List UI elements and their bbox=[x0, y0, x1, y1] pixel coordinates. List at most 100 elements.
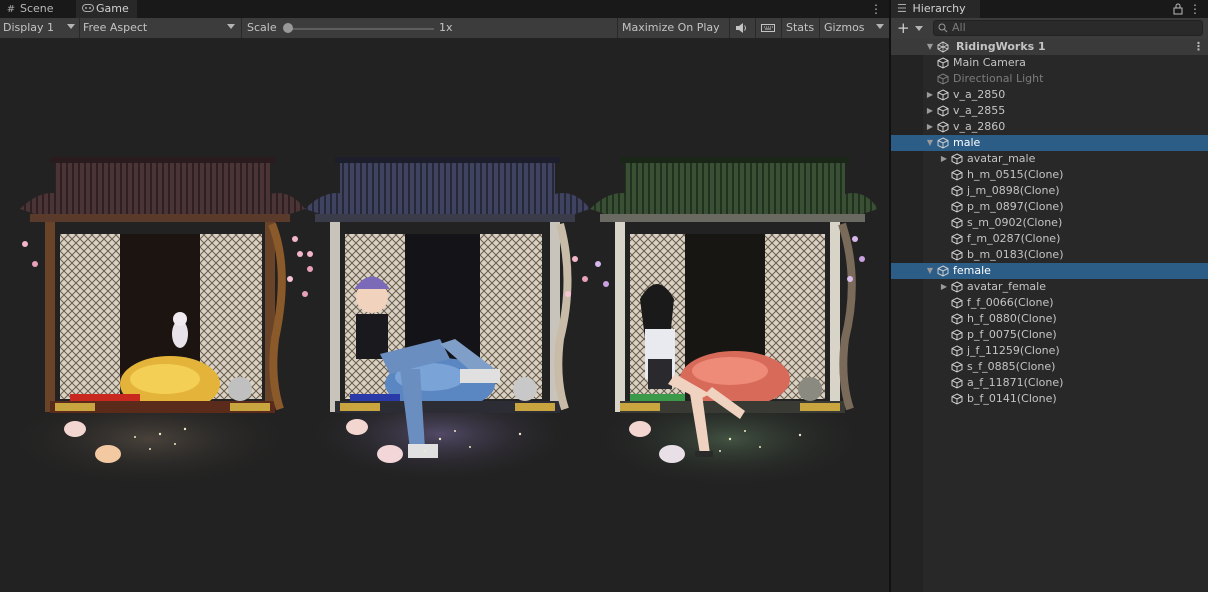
gameobject-cube-icon bbox=[937, 105, 949, 117]
chevron-down-icon bbox=[915, 26, 923, 31]
gameobject-cube-icon bbox=[951, 377, 963, 389]
hash-icon: # bbox=[6, 4, 16, 15]
hierarchy-row-label: s_f_0885(Clone) bbox=[967, 360, 1056, 373]
hierarchy-row-label: j_f_11259(Clone) bbox=[967, 344, 1060, 357]
hierarchy-row-label: Main Camera bbox=[953, 56, 1026, 69]
hierarchy-row[interactable]: h_m_0515(Clone) bbox=[891, 167, 1208, 183]
hierarchy-row-label: p_m_0897(Clone) bbox=[967, 200, 1064, 213]
aspect-dropdown[interactable]: Free Aspect bbox=[83, 18, 239, 38]
search-placeholder: All bbox=[952, 21, 966, 34]
mute-audio-icon[interactable] bbox=[735, 18, 749, 38]
fold-closed-icon[interactable]: ▶ bbox=[939, 151, 949, 167]
fold-open-icon[interactable]: ▼ bbox=[925, 135, 935, 151]
hierarchy-row[interactable]: f_m_0287(Clone) bbox=[891, 231, 1208, 247]
hierarchy-row-label: avatar_male bbox=[967, 152, 1036, 165]
gameobject-cube-icon bbox=[951, 217, 963, 229]
hierarchy-menu-icon[interactable]: ⋮ bbox=[1189, 0, 1201, 18]
game-scene-render bbox=[0, 157, 878, 489]
hierarchy-row[interactable]: Main Camera bbox=[891, 55, 1208, 71]
tab-hierarchy[interactable]: ☰ Hierarchy bbox=[891, 0, 980, 18]
maximize-on-play-toggle[interactable]: Maximize On Play bbox=[622, 18, 720, 38]
hierarchy-tabbar: ☰ Hierarchy ⋮ bbox=[891, 0, 1208, 18]
hierarchy-row-label: s_m_0902(Clone) bbox=[967, 216, 1063, 229]
scale-value: 1x bbox=[439, 21, 453, 34]
divider bbox=[617, 18, 618, 38]
hierarchy-row[interactable]: ▶ avatar_female bbox=[891, 279, 1208, 295]
scale-slider-track[interactable] bbox=[288, 28, 434, 30]
chevron-down-icon bbox=[67, 24, 75, 29]
divider bbox=[241, 18, 242, 38]
hierarchy-row-label: v_a_2860 bbox=[953, 120, 1006, 133]
gameobject-cube-icon bbox=[937, 57, 949, 69]
panel-menu-icon[interactable]: ⋮ bbox=[870, 0, 882, 18]
keyboard-icon[interactable] bbox=[761, 18, 775, 38]
game-viewport[interactable] bbox=[0, 39, 889, 592]
lock-icon[interactable] bbox=[1173, 0, 1183, 18]
hierarchy-row-label: male bbox=[953, 136, 981, 149]
display-dropdown-label: Display 1 bbox=[3, 21, 55, 34]
fold-closed-icon[interactable]: ▶ bbox=[925, 103, 935, 119]
hierarchy-row[interactable]: s_f_0885(Clone) bbox=[891, 359, 1208, 375]
gamepad-icon bbox=[82, 1, 94, 19]
gameobject-cube-icon bbox=[951, 153, 963, 165]
hierarchy-row-label: avatar_female bbox=[967, 280, 1046, 293]
hierarchy-row[interactable]: ▼ female bbox=[891, 263, 1208, 279]
hierarchy-row-label: Directional Light bbox=[953, 72, 1044, 85]
hierarchy-row-label: p_f_0075(Clone) bbox=[967, 328, 1057, 341]
hierarchy-row[interactable]: f_f_0066(Clone) bbox=[891, 295, 1208, 311]
game-toolbar: Display 1 Free Aspect Scale 1x Maximize … bbox=[0, 18, 889, 39]
tab-scene-label: Scene bbox=[20, 2, 54, 15]
fold-open-icon: ▼ bbox=[926, 42, 934, 51]
hierarchy-row[interactable]: ▶ avatar_male bbox=[891, 151, 1208, 167]
gameobject-cube-icon bbox=[937, 89, 949, 101]
hierarchy-row[interactable]: p_m_0897(Clone) bbox=[891, 199, 1208, 215]
stats-toggle[interactable]: Stats bbox=[786, 18, 814, 38]
scale-slider-thumb[interactable] bbox=[283, 23, 293, 33]
divider bbox=[781, 18, 782, 38]
gameobject-cube-icon bbox=[951, 313, 963, 325]
hierarchy-row[interactable]: ▶ v_a_2860 bbox=[891, 119, 1208, 135]
fold-closed-icon[interactable]: ▶ bbox=[925, 119, 935, 135]
hierarchy-row[interactable]: ▶ v_a_2850 bbox=[891, 87, 1208, 103]
hierarchy-row[interactable]: ▼ male bbox=[891, 135, 1208, 151]
gameobject-cube-icon bbox=[951, 169, 963, 181]
hierarchy-row[interactable]: s_m_0902(Clone) bbox=[891, 215, 1208, 231]
tab-scene[interactable]: # Scene bbox=[0, 0, 62, 18]
unity-scene-icon bbox=[937, 41, 949, 53]
hierarchy-row[interactable]: j_m_0898(Clone) bbox=[891, 183, 1208, 199]
hierarchy-row[interactable]: b_m_0183(Clone) bbox=[891, 247, 1208, 263]
gameobject-cube-icon bbox=[951, 393, 963, 405]
hierarchy-row[interactable]: j_f_11259(Clone) bbox=[891, 343, 1208, 359]
gameobject-cube-icon bbox=[951, 329, 963, 341]
search-icon bbox=[938, 23, 948, 33]
fold-closed-icon[interactable]: ▶ bbox=[939, 279, 949, 295]
chevron-down-icon bbox=[227, 24, 235, 29]
plus-icon: + bbox=[897, 19, 910, 37]
gameobject-cube-icon bbox=[937, 137, 949, 149]
hierarchy-row[interactable]: a_f_11871(Clone) bbox=[891, 375, 1208, 391]
gameobject-cube-icon bbox=[951, 249, 963, 261]
scene-row[interactable]: ▼ RidingWorks 1 ⋮ bbox=[891, 39, 1208, 55]
hierarchy-row[interactable]: h_f_0880(Clone) bbox=[891, 311, 1208, 327]
fold-closed-icon[interactable]: ▶ bbox=[925, 87, 935, 103]
hierarchy-row[interactable]: Directional Light bbox=[891, 71, 1208, 87]
display-dropdown[interactable]: Display 1 bbox=[3, 18, 77, 38]
scene-menu-icon[interactable]: ⋮ bbox=[1193, 39, 1204, 55]
hierarchy-row-label: h_f_0880(Clone) bbox=[967, 312, 1057, 325]
gizmos-dropdown[interactable]: Gizmos bbox=[824, 18, 886, 38]
chevron-down-icon bbox=[876, 24, 884, 29]
gameobject-cube-icon bbox=[951, 233, 963, 245]
hierarchy-row[interactable]: p_f_0075(Clone) bbox=[891, 327, 1208, 343]
gameobject-cube-icon bbox=[951, 361, 963, 373]
tab-game[interactable]: Game bbox=[76, 0, 137, 18]
hierarchy-row-label: a_f_11871(Clone) bbox=[967, 376, 1064, 389]
list-icon: ☰ bbox=[897, 2, 907, 15]
hierarchy-row[interactable]: b_f_0141(Clone) bbox=[891, 391, 1208, 407]
gizmos-label: Gizmos bbox=[824, 21, 865, 34]
hierarchy-row-label: h_m_0515(Clone) bbox=[967, 168, 1064, 181]
create-button[interactable]: + bbox=[897, 18, 927, 39]
gameobject-cube-icon bbox=[951, 185, 963, 197]
fold-open-icon[interactable]: ▼ bbox=[925, 263, 935, 279]
search-input[interactable]: All bbox=[933, 20, 1203, 36]
hierarchy-row[interactable]: ▶ v_a_2855 bbox=[891, 103, 1208, 119]
